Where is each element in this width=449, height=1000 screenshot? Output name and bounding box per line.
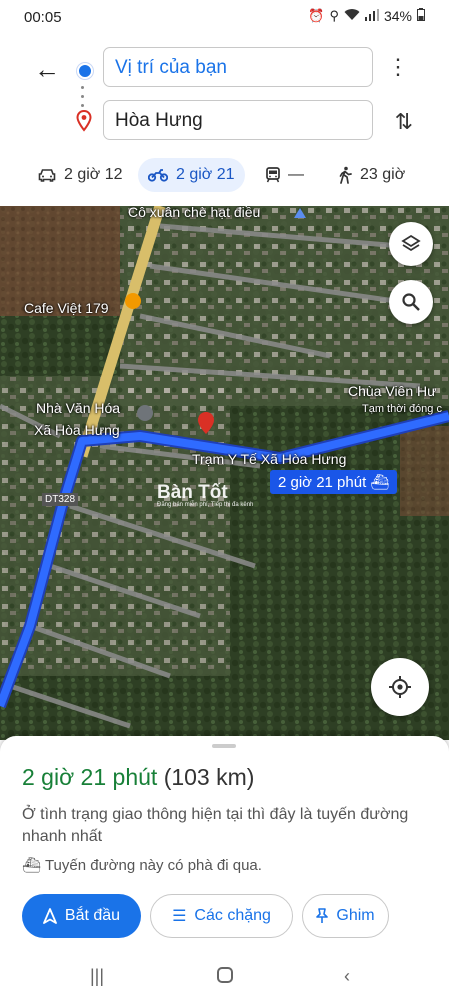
swap-icon[interactable]: ⇅ bbox=[395, 109, 413, 135]
my-location-button[interactable] bbox=[371, 658, 429, 716]
directions-header: ← Vị trí của bạn Hòa Hưng ⋮ ⇅ 2 giờ 12 2… bbox=[0, 34, 449, 206]
map-label-pagoda-note: Tạm thời đóng c bbox=[362, 403, 442, 415]
map-view[interactable]: Cô xuân chè hạt điều Cafe Việt 179 Chùa … bbox=[0, 206, 449, 740]
walk-icon bbox=[339, 166, 352, 184]
mode-motorbike-label: 2 giờ 21 bbox=[176, 166, 235, 183]
sheet-drag-handle[interactable] bbox=[212, 744, 236, 748]
search-icon bbox=[402, 293, 420, 311]
map-label-pagoda[interactable]: Chùa Viên Hư bbox=[348, 383, 437, 399]
road-shield: DT328 bbox=[42, 493, 79, 506]
location-icon: ⚲ bbox=[329, 8, 339, 23]
ferry-icon: ⛴ bbox=[370, 474, 390, 491]
battery-percent: 34% bbox=[383, 8, 412, 24]
map-label-culture-house-2[interactable]: Xã Hòa Hưng bbox=[34, 422, 120, 438]
pin-button[interactable]: Ghim bbox=[302, 894, 389, 938]
route-distance: (103 km) bbox=[163, 764, 255, 790]
status-bar: 00:05 ⏰ ⚲ 34% bbox=[0, 0, 449, 34]
search-button[interactable] bbox=[389, 280, 433, 324]
map-label-health-station[interactable]: Trạm Y Tế Xã Hòa Hưng bbox=[192, 451, 346, 467]
origin-dot-icon bbox=[77, 63, 93, 79]
my-location-icon bbox=[389, 676, 411, 698]
battery-icon bbox=[417, 8, 425, 24]
mode-car[interactable]: 2 giờ 12 bbox=[38, 158, 123, 192]
signal-icon bbox=[364, 8, 379, 24]
route-description: Ở tình trạng giao thông hiện tại thì đây… bbox=[22, 806, 409, 845]
action-buttons: Bắt đầu ☰ Các chặng Ghim bbox=[22, 894, 389, 938]
car-icon bbox=[38, 169, 56, 182]
system-nav-bar: ||| ‹ bbox=[0, 956, 449, 1000]
system-back-icon[interactable]: ‹ bbox=[344, 966, 350, 987]
route-badge-text: 2 giờ 21 phút bbox=[278, 474, 367, 491]
steps-button-label: Các chặng bbox=[194, 907, 271, 924]
ferry-note: ⛴ Tuyến đường này có phà đi qua. bbox=[22, 856, 262, 874]
start-button[interactable]: Bắt đầu bbox=[22, 894, 141, 938]
alarm-icon: ⏰ bbox=[308, 8, 325, 23]
map-label-culture-house-1[interactable]: Nhà Văn Hóa bbox=[36, 400, 120, 416]
mode-transit-label: — bbox=[288, 166, 304, 183]
motorbike-icon bbox=[148, 169, 168, 182]
mode-motorbike[interactable]: 2 giờ 21 bbox=[138, 158, 245, 192]
more-options-icon[interactable]: ⋮ bbox=[387, 56, 409, 78]
route-summary: 2 giờ 21 phút (103 km) bbox=[22, 764, 254, 791]
travel-modes: 2 giờ 12 2 giờ 21 — 23 giờ bbox=[0, 158, 449, 194]
pin-icon bbox=[316, 908, 329, 923]
ferry-note-icon: ⛴ bbox=[22, 857, 42, 874]
mode-walk[interactable]: 23 giờ bbox=[338, 158, 405, 192]
wifi-icon bbox=[344, 8, 360, 24]
home-icon[interactable] bbox=[216, 966, 234, 989]
list-icon: ☰ bbox=[172, 908, 187, 925]
recent-apps-icon[interactable]: ||| bbox=[90, 966, 104, 987]
mode-transit[interactable]: — bbox=[266, 158, 304, 192]
map-label-cafe[interactable]: Cafe Việt 179 bbox=[24, 300, 109, 316]
layers-icon bbox=[401, 234, 421, 252]
route-duration-badge[interactable]: 2 giờ 21 phút ⛴ bbox=[270, 470, 398, 494]
steps-button[interactable]: ☰ Các chặng bbox=[150, 894, 293, 938]
watermark-logo: Bàn Tốt Đăng bán miễn phí, Tiếp thị đa k… bbox=[157, 482, 254, 508]
pin-button-label: Ghim bbox=[336, 907, 375, 924]
map-label-poi[interactable]: Cô xuân chè hạt điều bbox=[128, 206, 260, 220]
destination-pin-icon bbox=[76, 109, 92, 132]
mode-car-label: 2 giờ 12 bbox=[64, 166, 123, 183]
route-duration: 2 giờ 21 phút bbox=[22, 764, 158, 790]
mode-walk-label: 23 giờ bbox=[360, 166, 406, 183]
status-time: 00:05 bbox=[24, 9, 62, 26]
route-dots bbox=[81, 86, 85, 113]
destination-field[interactable]: Hòa Hưng bbox=[103, 100, 373, 140]
ferry-note-text: Tuyến đường này có phà đi qua. bbox=[44, 857, 262, 874]
navigation-arrow-icon bbox=[43, 908, 57, 924]
transit-icon bbox=[266, 167, 280, 183]
start-button-label: Bắt đầu bbox=[64, 907, 121, 924]
origin-field[interactable]: Vị trí của bạn bbox=[103, 47, 373, 87]
back-arrow-icon[interactable]: ← bbox=[34, 56, 60, 82]
layers-button[interactable] bbox=[389, 222, 433, 266]
